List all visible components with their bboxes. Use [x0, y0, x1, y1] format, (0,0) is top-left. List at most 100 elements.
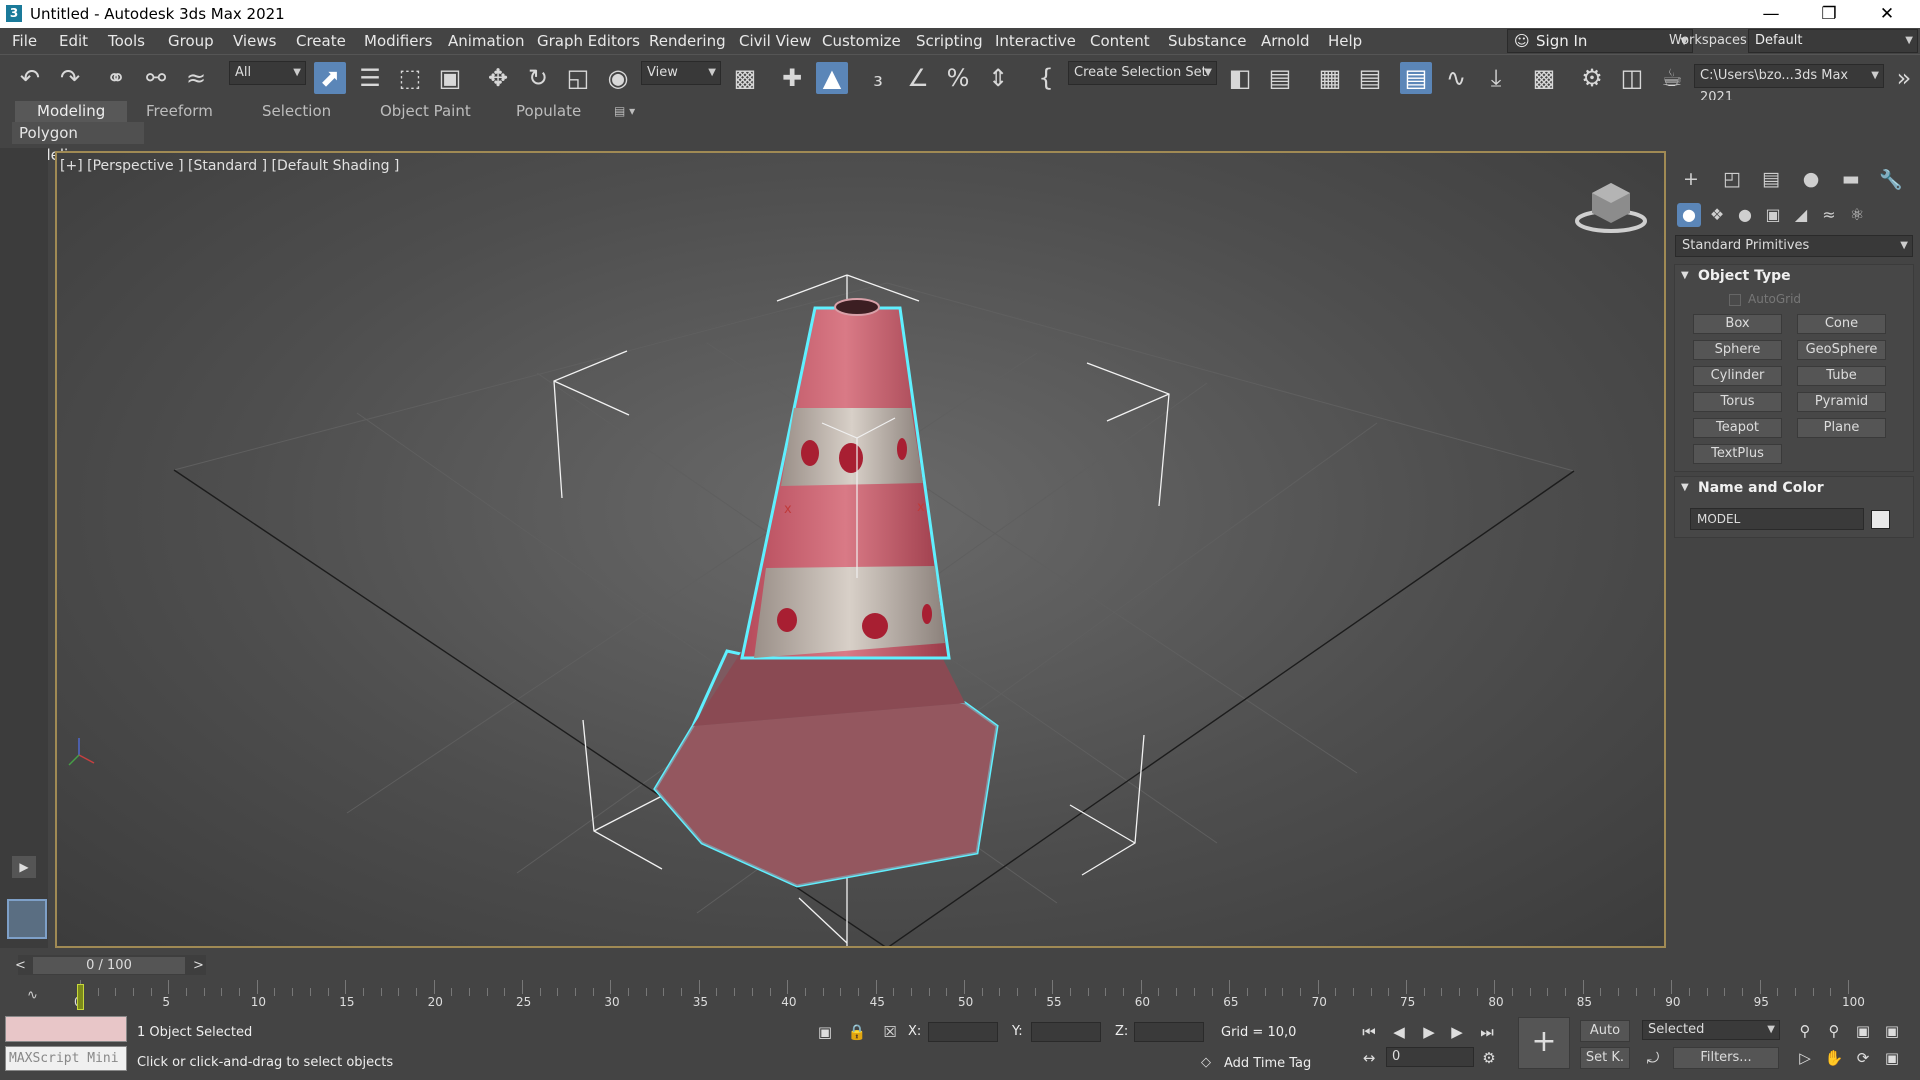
- systems-icon[interactable]: ⚛: [1845, 203, 1869, 227]
- key-filter-dropdown[interactable]: Selected ▼: [1642, 1020, 1780, 1040]
- rollout-collapse-icon[interactable]: ▼: [1681, 482, 1689, 493]
- object-name-input[interactable]: MODEL: [1690, 508, 1864, 530]
- current-frame-input[interactable]: 0: [1386, 1047, 1474, 1067]
- time-marker[interactable]: [77, 984, 84, 1010]
- zoom-extents-icon[interactable]: ▣: [1852, 1020, 1874, 1042]
- pan-view-icon[interactable]: ✋: [1823, 1047, 1845, 1069]
- menu-animation[interactable]: Animation: [448, 32, 524, 50]
- menu-create[interactable]: Create: [296, 32, 346, 50]
- reference-coordinate-dropdown[interactable]: View ▼: [641, 61, 721, 85]
- play-icon[interactable]: ▶: [1418, 1021, 1440, 1043]
- menu-views[interactable]: Views: [233, 32, 276, 50]
- menu-scripting[interactable]: Scripting: [916, 32, 983, 50]
- time-slider-prev[interactable]: <: [15, 958, 26, 973]
- autogrid-checkbox[interactable]: [1729, 294, 1741, 306]
- maximize-viewport-icon[interactable]: ▣: [1881, 1047, 1903, 1069]
- bind-space-warp-icon[interactable]: ≈: [180, 62, 212, 94]
- auto-key-button[interactable]: Auto: [1580, 1020, 1630, 1042]
- rendered-frame-window-icon[interactable]: ◫: [1616, 62, 1648, 94]
- z-coordinate-input[interactable]: [1134, 1022, 1204, 1042]
- curve-editor-icon[interactable]: ∿: [1440, 62, 1472, 94]
- geosphere-button[interactable]: GeoSphere: [1797, 340, 1886, 360]
- maxscript-mini-input[interactable]: MAXScript Mini: [5, 1046, 127, 1071]
- key-filters-button[interactable]: Filters...: [1673, 1047, 1779, 1069]
- menu-file[interactable]: File: [12, 32, 37, 50]
- modify-tab-icon[interactable]: ◰: [1716, 168, 1748, 194]
- tab-object-paint[interactable]: Object Paint: [380, 101, 471, 122]
- project-folder-dropdown[interactable]: C:\Users\bzo...3ds Max 2021 ▼: [1694, 64, 1884, 105]
- menu-modifiers[interactable]: Modifiers: [364, 32, 432, 50]
- time-configuration-icon[interactable]: ⚙: [1478, 1047, 1500, 1069]
- selection-filter-dropdown[interactable]: All ▼: [229, 61, 306, 85]
- keyboard-shortcut-override-icon[interactable]: ▲: [816, 62, 848, 94]
- select-manipulate-icon[interactable]: ✚: [776, 62, 808, 94]
- shapes-icon[interactable]: ❖: [1705, 203, 1729, 227]
- object-type-title[interactable]: Object Type: [1698, 268, 1791, 284]
- menu-arnold[interactable]: Arnold: [1261, 32, 1310, 50]
- minimize-button[interactable]: —: [1742, 0, 1800, 28]
- percent-snap-icon[interactable]: %: [942, 62, 974, 94]
- hierarchy-tab-icon[interactable]: ▤: [1755, 168, 1787, 194]
- move-icon[interactable]: ✥: [482, 62, 514, 94]
- angle-snap-icon[interactable]: ∠: [902, 62, 934, 94]
- menu-customize[interactable]: Customize: [822, 32, 901, 50]
- utilities-tab-icon[interactable]: 🔧: [1875, 168, 1907, 194]
- teapot-button[interactable]: Teapot: [1693, 418, 1782, 438]
- render-production-icon[interactable]: ☕: [1656, 62, 1688, 94]
- menu-content[interactable]: Content: [1090, 32, 1150, 50]
- key-mode-icon[interactable]: ↔: [1358, 1047, 1380, 1069]
- orbit-icon[interactable]: ⟳: [1852, 1047, 1874, 1069]
- torus-button[interactable]: Torus: [1693, 392, 1782, 412]
- align-icon[interactable]: ▤: [1264, 62, 1296, 94]
- pyramid-button[interactable]: Pyramid: [1797, 392, 1886, 412]
- absolute-mode-icon[interactable]: ☒: [879, 1021, 901, 1043]
- go-to-end-icon[interactable]: ⏭: [1476, 1021, 1498, 1043]
- maxscript-listener-output[interactable]: [5, 1016, 127, 1042]
- tab-populate[interactable]: Populate: [516, 101, 581, 122]
- zoom-extents-all-icon[interactable]: ▣: [1881, 1020, 1903, 1042]
- name-color-title[interactable]: Name and Color: [1698, 480, 1824, 496]
- primitive-category-dropdown[interactable]: Standard Primitives ▼: [1675, 235, 1913, 257]
- tab-selection[interactable]: Selection: [262, 101, 331, 122]
- place-icon[interactable]: ◉: [602, 62, 634, 94]
- x-coordinate-input[interactable]: [928, 1022, 998, 1042]
- isolate-selection-icon[interactable]: ▣: [814, 1021, 836, 1043]
- next-frame-icon[interactable]: ▶: [1446, 1021, 1468, 1043]
- menu-substance[interactable]: Substance: [1168, 32, 1246, 50]
- sign-in-dropdown[interactable]: ☺ Sign In ▼: [1507, 29, 1693, 53]
- create-tab-icon[interactable]: +: [1675, 168, 1707, 194]
- cone-button[interactable]: Cone: [1797, 314, 1886, 334]
- rotate-icon[interactable]: ↻: [522, 62, 554, 94]
- helpers-icon[interactable]: ◢: [1789, 203, 1813, 227]
- workspace-dropdown[interactable]: Default ▼: [1748, 29, 1918, 53]
- go-to-start-icon[interactable]: ⏮: [1358, 1021, 1380, 1043]
- menu-interactive[interactable]: Interactive: [995, 32, 1076, 50]
- menu-edit[interactable]: Edit: [59, 32, 88, 50]
- tab-modeling[interactable]: Modeling: [15, 101, 128, 122]
- plane-button[interactable]: Plane: [1797, 418, 1886, 438]
- menu-civil-view[interactable]: Civil View: [739, 32, 811, 50]
- set-key-mode-button[interactable]: Set K.: [1580, 1047, 1630, 1069]
- rectangular-selection-icon[interactable]: ⬚: [394, 62, 426, 94]
- select-object-icon[interactable]: ⬈: [314, 62, 346, 94]
- menu-help[interactable]: Help: [1328, 32, 1362, 50]
- field-of-view-icon[interactable]: ▷: [1794, 1047, 1816, 1069]
- time-slider-frame[interactable]: 0 / 100: [33, 957, 185, 974]
- time-slider-next[interactable]: >: [193, 958, 204, 973]
- unlink-icon[interactable]: ⚯: [140, 62, 172, 94]
- object-color-swatch[interactable]: [1871, 510, 1890, 529]
- viewport-label-menu[interactable]: [+] [Perspective ] [Standard ] [Default …: [60, 158, 399, 174]
- lights-icon[interactable]: ●: [1733, 203, 1757, 227]
- rollout-collapse-icon[interactable]: ▼: [1681, 270, 1689, 281]
- close-button[interactable]: ✕: [1858, 0, 1916, 28]
- menu-graph-editors[interactable]: Graph Editors: [537, 32, 640, 50]
- tube-button[interactable]: Tube: [1797, 366, 1886, 386]
- link-icon[interactable]: ⚭: [100, 62, 132, 94]
- redo-icon[interactable]: ↷: [54, 62, 86, 94]
- default-in-out-tangents-icon[interactable]: ⤾: [1642, 1047, 1664, 1069]
- toggle-layer-explorer-icon[interactable]: ▤: [1354, 62, 1386, 94]
- y-coordinate-input[interactable]: [1031, 1022, 1101, 1042]
- add-time-tag[interactable]: Add Time Tag: [1224, 1056, 1311, 1071]
- toggle-scene-explorer-icon[interactable]: ▦: [1314, 62, 1346, 94]
- ribbon-options-icon[interactable]: ▤ ▾: [614, 101, 635, 122]
